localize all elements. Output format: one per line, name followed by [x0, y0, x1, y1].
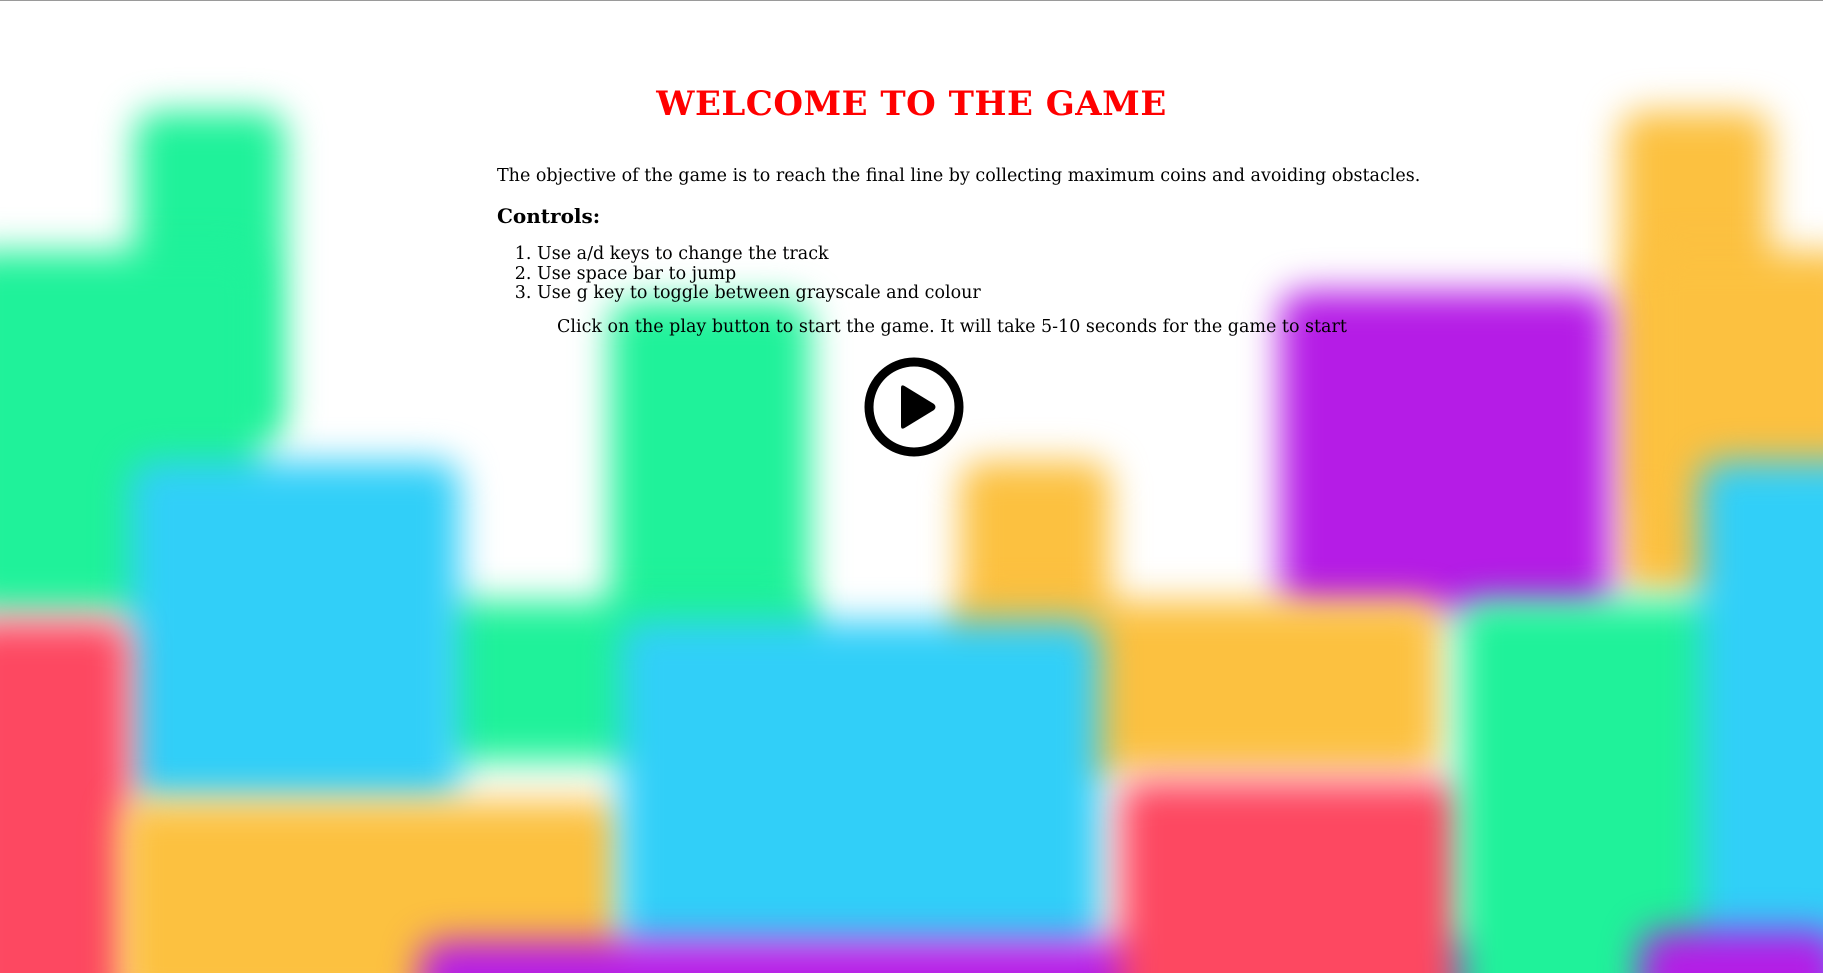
controls-list: Use a/d keys to change the track Use spa…: [497, 244, 981, 304]
control-item: Use a/d keys to change the track: [537, 244, 981, 265]
intro-panel: WELCOME TO THE GAME The objective of the…: [0, 1, 1823, 973]
game-start-screen: WELCOME TO THE GAME The objective of the…: [0, 0, 1823, 973]
page-title: WELCOME TO THE GAME: [656, 84, 1167, 124]
start-instructions: Click on the play button to start the ga…: [557, 317, 1347, 337]
play-button[interactable]: [863, 356, 965, 458]
control-item: Use g key to toggle between grayscale an…: [537, 283, 981, 304]
controls-heading: Controls:: [497, 204, 601, 228]
play-circle-icon: [864, 357, 964, 457]
objective-text: The objective of the game is to reach th…: [497, 166, 1421, 186]
control-item: Use space bar to jump: [537, 264, 981, 285]
